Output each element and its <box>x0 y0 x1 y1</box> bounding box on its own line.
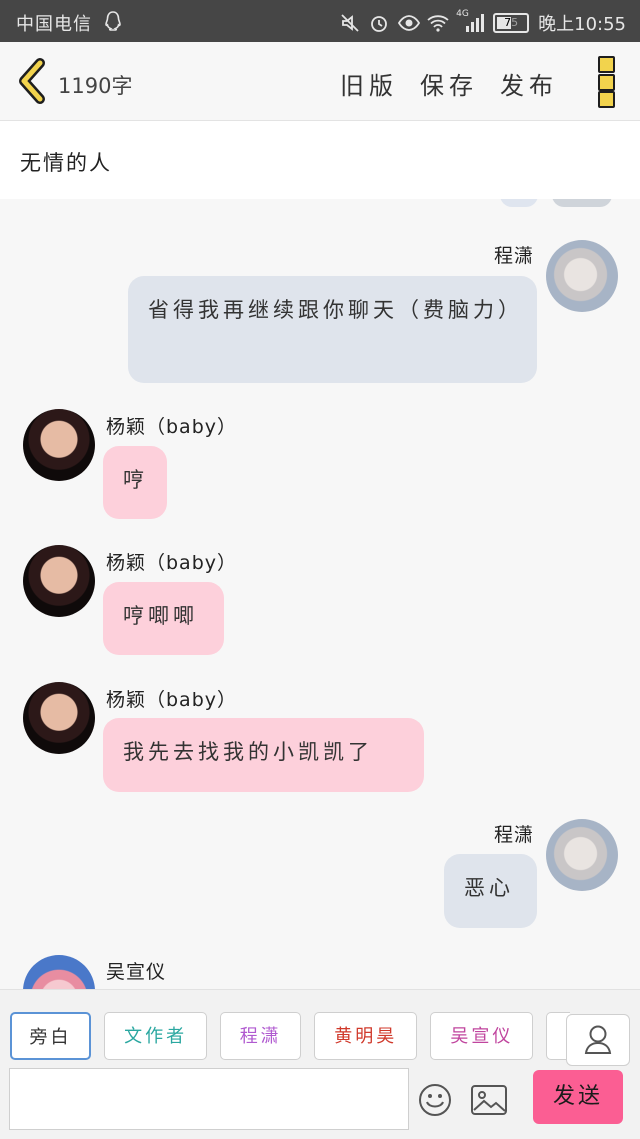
image-icon[interactable] <box>470 1084 508 1116</box>
role-chip-narration[interactable]: 旁白 <box>10 1012 91 1060</box>
partial-avatar <box>552 199 612 207</box>
battery-level: 75 <box>504 16 519 29</box>
message-bubble[interactable]: 恶心 <box>444 854 537 928</box>
avatar[interactable] <box>23 682 95 754</box>
avatar[interactable] <box>23 545 95 617</box>
role-chip[interactable]: 吴宣仪 <box>430 1012 534 1060</box>
sender-name: 杨颖（baby） <box>106 552 238 574</box>
chat-area[interactable]: 程潇 省得我再继续跟你聊天（费脑力） 杨颖（baby） 哼 杨颖（baby） 哼… <box>0 199 640 989</box>
sender-name: 程潇 <box>493 824 534 846</box>
avatar[interactable] <box>546 819 618 891</box>
save-button[interactable]: 保存 <box>420 66 478 101</box>
old-version-button[interactable]: 旧版 <box>340 66 398 101</box>
message-input[interactable] <box>9 1068 409 1130</box>
qq-icon <box>104 11 122 36</box>
mute-icon <box>340 13 360 33</box>
message-bubble[interactable]: 我先去找我的小凯凯了 <box>103 718 424 792</box>
avatar[interactable] <box>546 240 618 312</box>
signal-icon: 4G <box>456 9 485 33</box>
back-arrow-icon[interactable] <box>14 57 50 105</box>
sender-name: 杨颖（baby） <box>106 689 238 711</box>
role-chip[interactable]: 程潇 <box>220 1012 302 1060</box>
role-chip-author[interactable]: 文作者 <box>104 1012 208 1060</box>
composer-panel: 旁白 文作者 程潇 黄明昊 吴宣仪 范 发送 <box>0 989 640 1139</box>
sender-name: 程潇 <box>493 245 534 267</box>
more-menu-icon[interactable] <box>598 56 616 108</box>
story-title-row[interactable]: 无情的人 <box>0 121 640 200</box>
message-bubble[interactable]: 哼 <box>103 446 167 519</box>
word-count: 1190字 <box>58 74 133 98</box>
message-bubble[interactable]: 省得我再继续跟你聊天（费脑力） <box>128 276 537 383</box>
wifi-icon <box>427 13 449 33</box>
sender-name: 杨颖（baby） <box>106 416 238 438</box>
editor-header: 1190字 旧版 保存 发布 <box>0 42 640 121</box>
alarm-icon <box>369 13 389 33</box>
eye-icon <box>398 13 421 33</box>
sender-name: 吴宣仪 <box>106 961 167 983</box>
carrier-label: 中国电信 <box>16 14 92 35</box>
message-bubble[interactable]: 哼唧唧 <box>103 582 224 655</box>
status-bar: 中国电信 4G 75 晚上10:55 <box>0 0 640 42</box>
clock: 晚上10:55 <box>538 14 626 35</box>
battery-icon: 75 <box>493 13 530 33</box>
emoji-icon[interactable] <box>417 1082 453 1118</box>
avatar[interactable] <box>23 409 95 481</box>
publish-button[interactable]: 发布 <box>500 66 558 101</box>
story-title: 无情的人 <box>20 151 112 175</box>
user-icon <box>584 1025 612 1054</box>
network-type-label: 4G <box>456 9 469 19</box>
role-chip[interactable]: 黄明昊 <box>314 1012 418 1060</box>
avatar[interactable] <box>23 955 95 989</box>
add-role-button[interactable] <box>566 1014 630 1066</box>
partial-bubble <box>500 199 538 207</box>
role-selector[interactable]: 旁白 文作者 程潇 黄明昊 吴宣仪 范 <box>10 1012 570 1064</box>
send-button[interactable]: 发送 <box>533 1070 623 1124</box>
